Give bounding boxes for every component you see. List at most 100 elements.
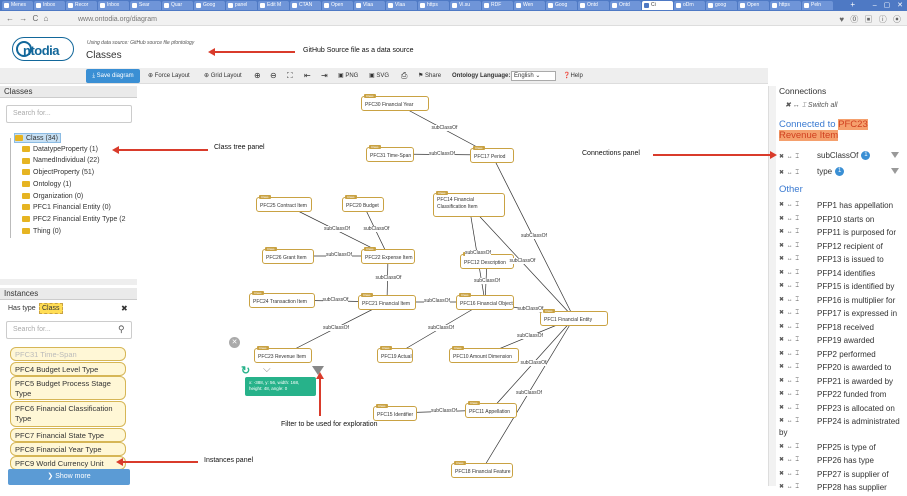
close-icon[interactable]: ✕ <box>229 337 240 348</box>
annotation-arrow <box>118 149 208 151</box>
row-controls[interactable]: ✖ ↔ ⌶ <box>779 376 817 387</box>
connection-row[interactable]: ✖ ↔ ⌶ PFP2 performed <box>779 349 903 361</box>
connection-row[interactable]: ✖ ↔ ⌶ PFP17 is expressed in <box>779 308 903 320</box>
connection-row[interactable]: ✖ ↔ ⌶ PFP21 is awarded by <box>779 376 903 388</box>
connection-row[interactable]: ✖ ↔ ⌶ PFP22 funded from <box>779 389 903 401</box>
diagram-node[interactable]: Class PFC10 Amount Dimension <box>449 346 519 363</box>
diagram-node[interactable]: Class PFC1 Financial Entity <box>540 309 608 326</box>
diagram-node[interactable]: ClassPFC12 Description <box>460 252 514 269</box>
connection-row[interactable]: ✖ ↔ ⌶ PFP19 awarded <box>779 335 903 347</box>
diagram-node[interactable]: Class PFC17 Period <box>470 146 514 163</box>
connection-label: PFP2 performed <box>817 349 876 359</box>
diagram-node[interactable]: Class PFC30 Financial Year <box>361 94 429 111</box>
row-controls[interactable]: ✖ ↔ ⌶ <box>779 241 817 252</box>
diagram-node[interactable]: Class PFC20 Budget <box>342 195 384 212</box>
row-controls[interactable]: ✖ ↔ ⌶ <box>779 362 817 373</box>
connection-row[interactable]: ✖ ↔ ⌶ PFP10 starts on <box>779 214 903 226</box>
row-controls[interactable]: ✖ ↔ ⌶ <box>779 254 817 265</box>
diagram-node[interactable]: Class PFC24 Transaction Item <box>249 291 315 308</box>
switch-all-control[interactable]: ✖ ↔ ⌶ Switch all <box>785 101 837 110</box>
chevron-down-icon[interactable]: ⌵ <box>263 364 271 375</box>
connection-row[interactable]: ✖ ↔ ⌶ PFP12 recipient of <box>779 241 903 253</box>
refresh-icon[interactable]: ↻ <box>241 364 250 377</box>
connection-row[interactable]: ✖ ↔ ⌶ PFP25 is type of <box>779 442 903 454</box>
node-label: PFC23 Revenue Item <box>258 354 307 360</box>
row-controls[interactable]: ✖ ↔ ⌶ <box>779 482 817 493</box>
row-controls[interactable]: ✖ ↔ ⌶ <box>779 281 817 292</box>
row-controls[interactable]: ✖ ↔ ⌶ <box>779 167 817 178</box>
edge-label: subClassOf <box>465 249 491 256</box>
arrowhead-icon <box>112 146 119 154</box>
connection-label: PFP21 is awarded by <box>817 376 894 386</box>
filter-icon[interactable] <box>891 168 899 174</box>
row-controls[interactable]: ✖ ↔ ⌶ <box>779 389 817 400</box>
row-controls[interactable]: ✖ ↔ ⌶ <box>779 308 817 319</box>
connection-label: PFP12 recipient of <box>817 241 883 251</box>
connection-row[interactable]: ✖ ↔ ⌶ PFP1 has appellation <box>779 200 903 212</box>
connection-row[interactable]: ✖ ↔ ⌶ PFP24 is administrated by <box>779 416 903 440</box>
node-type-badge: Class <box>543 309 555 313</box>
diagram-node[interactable]: Class PFC16 Financial Object <box>456 293 514 310</box>
row-controls[interactable]: ✖ ↔ ⌶ <box>779 268 817 279</box>
connection-row[interactable]: ✖ ↔ ⌶ PFP27 is supplier of <box>779 469 903 481</box>
node-label: PFC12 Description <box>464 260 506 266</box>
row-controls[interactable]: ✖ ↔ ⌶ <box>779 335 817 346</box>
connection-row[interactable]: ✖ ↔ ⌶ PFP15 is identified by <box>779 281 903 293</box>
connection-row[interactable]: ✖ ↔ ⌶ subClassOf 1 <box>779 150 903 162</box>
connections-scrollbar[interactable] <box>768 86 776 486</box>
node-label: PFC11 Appellation <box>469 409 511 415</box>
diagram-node[interactable]: Class PFC22 Expense Item <box>361 247 415 264</box>
diagram-node[interactable]: Class PFC21 Financial Item <box>358 293 416 310</box>
edge-label: subClassOf <box>429 150 455 157</box>
connection-row[interactable]: ✖ ↔ ⌶ PFP14 identifies <box>779 268 903 280</box>
diagram-node[interactable]: Class PFC31 Time-Span <box>366 145 414 162</box>
row-controls[interactable]: ✖ ↔ ⌶ <box>779 322 817 333</box>
edge-label: subClassOf <box>326 252 352 258</box>
diagram-node[interactable]: Class PFC26 Grant Item <box>262 247 314 264</box>
diagram-node[interactable]: Class PFC23 Revenue Item <box>254 346 312 363</box>
connection-row[interactable]: ✖ ↔ ⌶ PFP20 is awarded to <box>779 362 903 374</box>
edge-label: subClassOf <box>323 324 349 331</box>
connection-row[interactable]: ✖ ↔ ⌶ type 1 <box>779 166 903 178</box>
connection-row[interactable]: ✖ ↔ ⌶ PFP28 has supplier <box>779 482 903 494</box>
row-controls[interactable]: ✖ ↔ ⌶ <box>779 442 817 453</box>
diagram-node[interactable]: Class PFC14 Financial Classification Item <box>433 191 505 217</box>
row-controls[interactable]: ✖ ↔ ⌶ <box>779 151 817 162</box>
annotation-text: Connections panel <box>582 150 640 157</box>
row-controls[interactable]: ✖ ↔ ⌶ <box>779 227 817 238</box>
node-type-badge: Class <box>364 94 376 98</box>
node-type-badge: Class <box>259 195 271 199</box>
node-type-badge: Class <box>468 401 480 405</box>
row-controls[interactable]: ✖ ↔ ⌶ <box>779 469 817 480</box>
connection-row[interactable]: ✖ ↔ ⌶ PFP23 is allocated on <box>779 403 903 415</box>
annotation-text: GitHub Source file as a data source <box>303 47 414 54</box>
node-type-badge: Class <box>452 346 464 350</box>
node-type-badge: Class <box>376 404 388 408</box>
row-controls[interactable]: ✖ ↔ ⌶ <box>779 349 817 360</box>
edge-label: subClassOf <box>428 324 454 331</box>
node-type-badge: Class <box>252 291 264 295</box>
row-controls[interactable]: ✖ ↔ ⌶ <box>779 200 817 211</box>
connection-row[interactable]: ✖ ↔ ⌶ PFP13 is issued to <box>779 254 903 266</box>
filter-icon[interactable] <box>891 152 899 158</box>
diagram-node[interactable]: Class PFC25 Contract Item <box>256 195 312 212</box>
edge-label: subClassOf <box>520 360 547 366</box>
row-controls[interactable]: ✖ ↔ ⌶ <box>779 455 817 466</box>
count-badge: 1 <box>835 167 845 177</box>
connection-row[interactable]: ✖ ↔ ⌶ PFP11 is purposed for <box>779 227 903 239</box>
row-controls[interactable]: ✖ ↔ ⌶ <box>779 295 817 306</box>
connection-label: PFP28 has supplier <box>817 483 887 492</box>
connections-panel-header: Connections <box>779 86 827 96</box>
diagram-node[interactable]: Class PFC19 Actual <box>377 346 413 363</box>
connection-row[interactable]: ✖ ↔ ⌶ PFP26 has type <box>779 455 903 467</box>
row-controls[interactable]: ✖ ↔ ⌶ <box>779 403 817 414</box>
diagram-node[interactable]: Class PFC18 Financial Feature <box>451 461 513 478</box>
connection-row[interactable]: ✖ ↔ ⌶ PFP16 is multiplier for <box>779 295 903 307</box>
connection-label: PFP25 is type of <box>817 442 876 452</box>
diagram-node[interactable]: Class PFC11 Appellation <box>465 401 517 418</box>
row-controls[interactable]: ✖ ↔ ⌶ <box>779 214 817 225</box>
row-controls[interactable]: ✖ ↔ ⌶ <box>779 416 817 427</box>
connection-row[interactable]: ✖ ↔ ⌶ PFP18 received <box>779 322 903 334</box>
diagram-node[interactable]: Class PFC15 Identifier <box>373 404 417 421</box>
annotation-text: Class tree panel <box>214 144 265 151</box>
